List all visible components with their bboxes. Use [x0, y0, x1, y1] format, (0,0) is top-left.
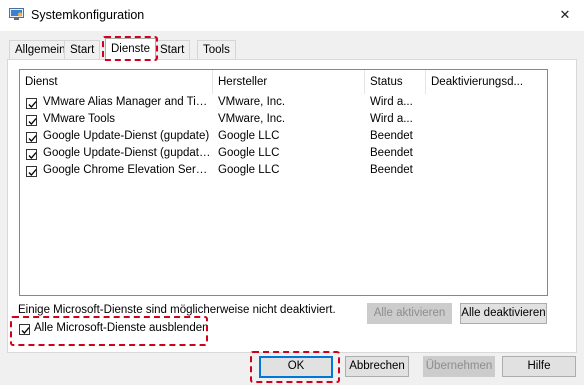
tab-dienste[interactable]: Dienste: [105, 38, 156, 60]
disable-all-button[interactable]: Alle deaktivieren: [460, 303, 547, 324]
hide-microsoft-services-label: Alle Microsoft-Dienste ausblenden: [34, 322, 209, 334]
service-name: Google Chrome Elevation Servic...: [43, 164, 211, 176]
apply-button[interactable]: Übernehmen: [423, 356, 495, 377]
tab-start-2[interactable]: Start: [154, 40, 191, 59]
service-status: Beendet: [370, 130, 413, 142]
title-bar: Systemkonfiguration ✕: [0, 0, 584, 31]
column-header-deaktivierungsdatum[interactable]: Deaktivierungsd...: [426, 70, 548, 94]
checkmark-icon: [28, 135, 37, 142]
service-checkbox[interactable]: [26, 98, 37, 109]
ok-button[interactable]: OK: [259, 356, 333, 378]
service-name: VMware Tools: [43, 113, 116, 125]
service-name: Google Update-Dienst (gupdate): [43, 130, 210, 142]
checkmark-icon: [28, 152, 37, 159]
service-vendor: Google LLC: [218, 130, 280, 142]
table-row[interactable]: VMware Tools VMware, Inc. Wird a...: [20, 112, 547, 129]
cancel-button[interactable]: Abbrechen: [345, 356, 409, 377]
info-text: Einige Microsoft-Dienste sind möglicherw…: [18, 304, 336, 316]
service-name: VMware Alias Manager and Ticke...: [43, 96, 211, 108]
column-header-status[interactable]: Status: [365, 70, 425, 94]
checkmark-icon: [21, 327, 30, 334]
tab-tools[interactable]: Tools: [197, 40, 236, 59]
service-vendor: Google LLC: [218, 164, 280, 176]
service-checkbox[interactable]: [26, 132, 37, 143]
help-button[interactable]: Hilfe: [502, 356, 576, 377]
service-status: Beendet: [370, 147, 413, 159]
table-row[interactable]: Google Update-Dienst (gupdate) Google LL…: [20, 129, 547, 146]
column-header-hersteller[interactable]: Hersteller: [213, 70, 364, 94]
tab-allgemein[interactable]: Allgemein: [9, 40, 72, 59]
service-vendor: VMware, Inc.: [218, 113, 286, 125]
service-name: Google Update-Dienst (gupdatem): [43, 147, 211, 159]
service-status: Wird a...: [370, 96, 413, 108]
service-checkbox[interactable]: [26, 115, 37, 126]
table-row[interactable]: VMware Alias Manager and Ticke... VMware…: [20, 95, 547, 112]
service-vendor: Google LLC: [218, 147, 280, 159]
service-checkbox[interactable]: [26, 149, 37, 160]
system-configuration-icon: [9, 8, 24, 20]
column-header-dienst[interactable]: Dienst: [20, 70, 212, 94]
service-status: Wird a...: [370, 113, 413, 125]
close-icon[interactable]: ✕: [548, 2, 582, 28]
checkmark-icon: [28, 118, 37, 125]
enable-all-button[interactable]: Alle aktivieren: [367, 303, 452, 324]
hide-microsoft-services-checkbox[interactable]: [19, 324, 30, 335]
checkmark-icon: [28, 169, 37, 176]
services-list[interactable]: Dienst Hersteller Status Deaktivierungsd…: [19, 69, 548, 296]
window-title: Systemkonfiguration: [31, 8, 145, 22]
service-vendor: VMware, Inc.: [218, 96, 286, 108]
service-status: Beendet: [370, 164, 413, 176]
service-checkbox[interactable]: [26, 166, 37, 177]
table-row[interactable]: Google Update-Dienst (gupdatem) Google L…: [20, 146, 547, 163]
table-row[interactable]: Google Chrome Elevation Servic... Google…: [20, 163, 547, 180]
checkmark-icon: [28, 101, 37, 108]
tab-start[interactable]: Start: [64, 40, 101, 59]
